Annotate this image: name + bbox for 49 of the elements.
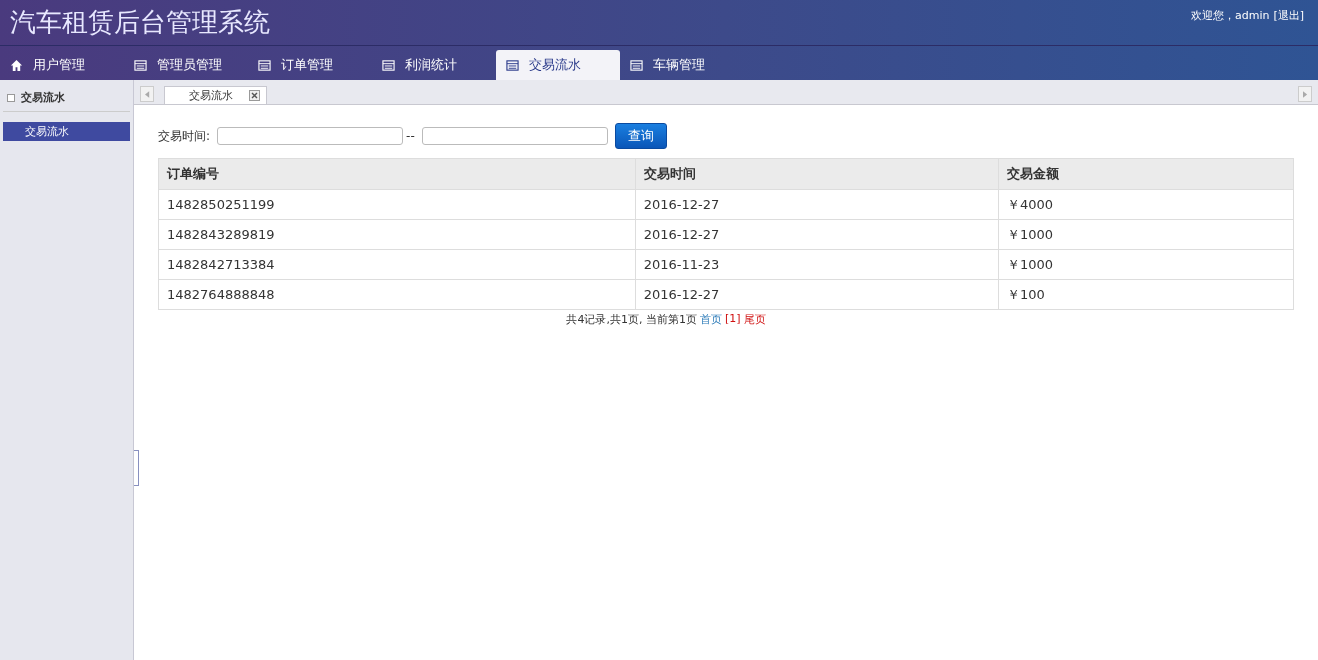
table-cell: 1482764888848	[158, 279, 636, 310]
table-cell: ￥4000	[998, 189, 1294, 220]
app-title: 汽车租赁后台管理系统	[10, 6, 270, 39]
table-cell: 2016-12-27	[635, 189, 999, 220]
left-arrow-icon	[144, 90, 150, 98]
scroll-left-button[interactable]	[140, 86, 154, 102]
table-icon	[630, 58, 643, 72]
search-button[interactable]: 查询	[614, 123, 667, 149]
logout-link[interactable]: [退出]	[1273, 8, 1304, 23]
end-date-field[interactable]	[421, 127, 608, 145]
collapse-handle[interactable]	[134, 450, 139, 486]
table-icon	[382, 58, 395, 72]
page-link[interactable]: [1]	[724, 312, 741, 327]
nav-tab[interactable]: 用户管理	[0, 50, 124, 80]
table-cell: 2016-12-27	[635, 279, 999, 310]
collapse-icon	[7, 93, 15, 102]
table-cell: ￥100	[998, 279, 1294, 310]
sidebar-item[interactable]: 交易流水	[3, 122, 130, 141]
filter-label: 交易时间:	[158, 127, 211, 145]
close-icon[interactable]	[249, 90, 260, 101]
right-arrow-icon	[1302, 90, 1308, 98]
table-cell: 1482850251199	[158, 189, 636, 220]
table-icon	[258, 58, 271, 72]
start-date-field[interactable]	[217, 127, 404, 145]
nav-tab[interactable]: 车辆管理	[620, 50, 744, 80]
table-cell: 2016-11-23	[635, 249, 999, 280]
page-link[interactable]: 尾页	[743, 312, 766, 327]
column-header: 交易金额	[998, 158, 1294, 190]
scroll-right-button[interactable]	[1298, 86, 1312, 102]
table-icon	[134, 58, 147, 72]
nav-tab[interactable]: 交易流水	[496, 50, 620, 80]
table-cell: 2016-12-27	[635, 219, 999, 250]
sidebar-heading: 交易流水	[21, 90, 65, 105]
range-separator: --	[406, 129, 415, 143]
table-cell: 1482843289819	[158, 219, 636, 250]
table-icon	[506, 58, 519, 72]
page-tab[interactable]: 交易流水	[164, 86, 267, 104]
column-header: 交易时间	[635, 158, 999, 190]
table-cell: ￥1000	[998, 219, 1294, 250]
table-cell: ￥1000	[998, 249, 1294, 280]
welcome-text: 欢迎您，admin	[1190, 8, 1270, 23]
pagination-summary: 共4记录,共1页, 当前第1页	[566, 312, 697, 327]
table-cell: 1482842713384	[158, 249, 636, 280]
nav-tab[interactable]: 管理员管理	[124, 50, 248, 80]
column-header: 订单编号	[158, 158, 636, 190]
page-link[interactable]: 首页	[699, 312, 722, 327]
nav-tab[interactable]: 订单管理	[248, 50, 372, 80]
home-icon	[10, 58, 23, 72]
nav-tab[interactable]: 利润统计	[372, 50, 496, 80]
